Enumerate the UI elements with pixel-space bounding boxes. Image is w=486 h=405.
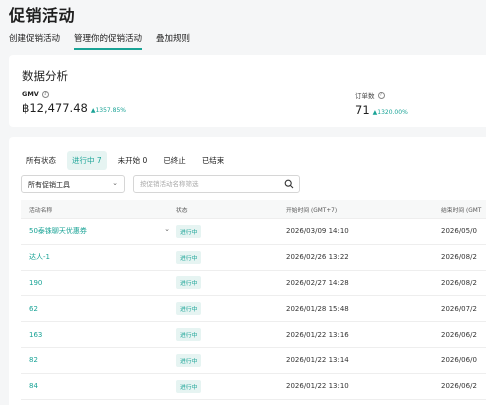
promotion-name-link[interactable]: 达人-1: [29, 253, 50, 261]
promotion-name-link[interactable]: 163: [29, 331, 42, 339]
tab-create-promotion[interactable]: 创建促销活动: [9, 32, 60, 50]
promotion-tool-select-value: 所有促销工具: [28, 181, 70, 189]
status-filter-all[interactable]: 所有状态: [21, 151, 61, 170]
end-time: 2026/08/2: [441, 253, 477, 262]
chevron-down-icon[interactable]: ⌄: [164, 225, 170, 233]
col-header-end: 结束时间 (GMT: [441, 207, 482, 214]
end-time: 2026/06/2: [441, 330, 477, 339]
stats-card: 数据分析 GMV ? ฿12,477.48 ▲1357.85% 订单数 ? 71…: [9, 55, 486, 127]
end-time: 2026/06/0: [441, 356, 477, 365]
col-header-status: 状态: [176, 207, 188, 214]
end-time: 2026/05/0: [441, 227, 477, 236]
table-row: 50泰铢聊天优惠券 ⌄ 进行中 2026/03/09 14:10 2026/05/…: [21, 219, 486, 245]
info-icon[interactable]: ?: [41, 90, 49, 98]
status-badge: 进行中: [176, 250, 202, 264]
orders-delta: ▲1320.00%: [372, 109, 408, 116]
orders-label: 订单数: [355, 92, 375, 100]
start-time: 2026/01/22 13:10: [286, 382, 349, 391]
status-filter-upcoming[interactable]: 未开始 0: [113, 151, 153, 170]
tab-bar: 创建促销活动 管理你的促销活动 叠加规则: [9, 32, 190, 50]
status-badge: 进行中: [176, 328, 202, 342]
status-filter-bar: 所有状态 进行中 7 未开始 0 已终止 已结束: [21, 151, 229, 170]
promotion-name-link[interactable]: 50泰铢聊天优惠券: [29, 227, 87, 235]
status-badge: 进行中: [176, 224, 202, 238]
status-filter-terminated[interactable]: 已终止: [158, 151, 191, 170]
search-input[interactable]: [140, 180, 280, 188]
promotion-name-link[interactable]: 84: [29, 382, 38, 390]
col-header-start: 开始时间 (GMT+7): [286, 207, 338, 214]
start-time: 2026/01/22 13:16: [286, 330, 349, 339]
info-icon[interactable]: ?: [377, 91, 385, 99]
status-badge: 进行中: [176, 379, 202, 393]
gmv-metric: GMV ? ฿12,477.48 ▲1357.85%: [22, 90, 126, 115]
tab-manage-promotions[interactable]: 管理你的促销活动: [74, 32, 143, 50]
promotion-name-link[interactable]: 82: [29, 356, 38, 364]
status-badge: 进行中: [176, 302, 202, 316]
table-header: 活动名称 状态 开始时间 (GMT+7) 结束时间 (GMT: [21, 200, 486, 219]
table-row: 62 进行中 2026/01/28 15:48 2026/07/2: [21, 296, 486, 323]
search-box: [133, 175, 300, 193]
gmv-delta: ▲1357.85%: [90, 107, 126, 114]
start-time: 2026/03/09 14:10: [286, 227, 349, 236]
end-time: 2026/06/2: [441, 382, 477, 391]
gmv-value: ฿12,477.48: [22, 101, 88, 115]
start-time: 2026/02/27 14:28: [286, 278, 349, 287]
promotion-name-link[interactable]: 62: [29, 305, 38, 313]
status-filter-ongoing[interactable]: 进行中 7: [67, 151, 107, 170]
tab-stacking-rules[interactable]: 叠加规则: [156, 32, 190, 50]
table-row: 190 进行中 2026/02/27 14:28 2026/08/2: [21, 271, 486, 297]
promotion-table: 活动名称 状态 开始时间 (GMT+7) 结束时间 (GMT 50泰铢聊天优惠券…: [21, 200, 486, 400]
gmv-label: GMV: [22, 90, 39, 98]
status-badge: 进行中: [176, 353, 202, 367]
table-row: 163 进行中 2026/01/22 13:16 2026/06/2: [21, 322, 486, 348]
start-time: 2026/02/26 13:22: [286, 253, 349, 262]
orders-metric: 订单数 ? 71 ▲1320.00%: [355, 90, 408, 117]
promotion-list-card: 所有状态 进行中 7 未开始 0 已终止 已结束 所有促销工具 ⌄ 活动名称 状…: [9, 137, 486, 405]
table-row: 84 进行中 2026/01/22 13:10 2026/06/2: [21, 374, 486, 400]
promotion-tool-select[interactable]: 所有促销工具 ⌄: [21, 175, 125, 193]
status-badge: 进行中: [176, 276, 202, 290]
table-row: 达人-1 进行中 2026/02/26 13:22 2026/08/2: [21, 245, 486, 271]
end-time: 2026/08/2: [441, 278, 477, 287]
search-icon[interactable]: [284, 179, 294, 189]
chevron-down-icon: ⌄: [112, 179, 118, 187]
end-time: 2026/07/2: [441, 304, 477, 313]
orders-value: 71: [355, 103, 370, 117]
start-time: 2026/01/28 15:48: [286, 304, 349, 313]
table-row: 82 进行中 2026/01/22 13:14 2026/06/0: [21, 348, 486, 374]
status-filter-ended[interactable]: 已结束: [197, 151, 230, 170]
col-header-name: 活动名称: [29, 207, 53, 214]
start-time: 2026/01/22 13:14: [286, 356, 349, 365]
page-title: 促销活动: [9, 6, 76, 25]
promotion-name-link[interactable]: 190: [29, 279, 42, 287]
stats-title: 数据分析: [22, 69, 68, 83]
